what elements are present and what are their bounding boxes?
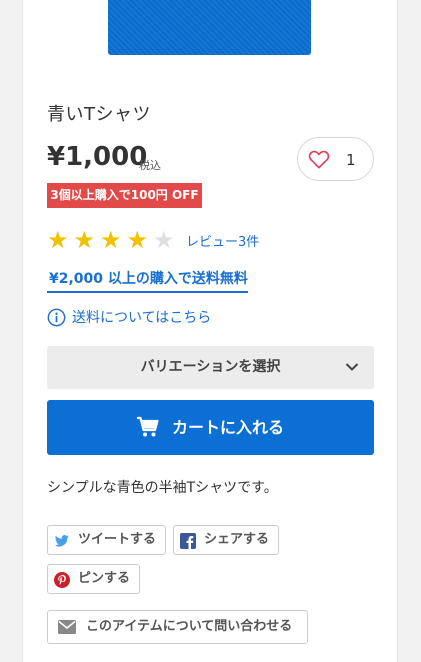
pin-button[interactable]: ピンする [47,564,140,594]
chevron-down-icon [345,363,359,371]
facebook-icon [180,533,196,549]
favorite-button[interactable]: 1 [297,137,374,181]
variation-label: バリエーションを選択 [140,359,281,375]
heart-icon [308,150,330,169]
twitter-icon [54,535,69,547]
star-icon: ★ [73,226,96,254]
facebook-share-button[interactable]: シェアする [173,525,279,555]
product-price: ¥1,000 [47,142,148,172]
review-link[interactable]: レビュー3件 [186,231,259,250]
free-shipping-link[interactable]: ¥2,000 以上の購入で送料無料 [47,268,248,293]
tax-label: 税込 [139,159,161,172]
rating-stars: ★ ★ ★ ★ ★ [47,227,180,253]
pinterest-icon [54,572,70,588]
tweet-label: ツイートする [78,532,157,547]
variation-select[interactable]: バリエーションを選択 [47,346,374,389]
product-image[interactable] [108,0,311,55]
cart-label: カートに入れる [172,418,285,437]
product-description: シンプルな青色の半袖Tシャツです。 [47,480,278,496]
cart-icon [137,416,159,437]
shipping-info-link[interactable]: 送料についてはこちら [47,306,211,328]
favorite-count: 1 [346,151,356,169]
mail-icon [58,620,76,634]
shipping-info-label: 送料についてはこちら [72,310,212,326]
facebook-share-label: シェアする [204,532,270,547]
pin-label: ピンする [78,571,131,586]
star-icon: ★ [100,226,122,254]
discount-badge: 3個以上購入で100円 OFF [47,183,202,208]
tweet-button[interactable]: ツイートする [47,525,166,555]
add-to-cart-button[interactable]: カートに入れる [47,400,374,455]
contact-button[interactable]: このアイテムについて問い合わせる [47,610,308,644]
contact-label: このアイテムについて問い合わせる [86,619,293,634]
star-icon: ★ [47,226,69,254]
product-card: 青いTシャツ ¥1,000 税込 1 3個以上購入で100円 OFF ★ ★ ★ ★ ★… [22,0,398,662]
star-icon: ★ [153,226,175,254]
star-icon: ★ [126,226,149,254]
info-icon [47,308,66,326]
product-title: 青いTシャツ [47,104,151,125]
